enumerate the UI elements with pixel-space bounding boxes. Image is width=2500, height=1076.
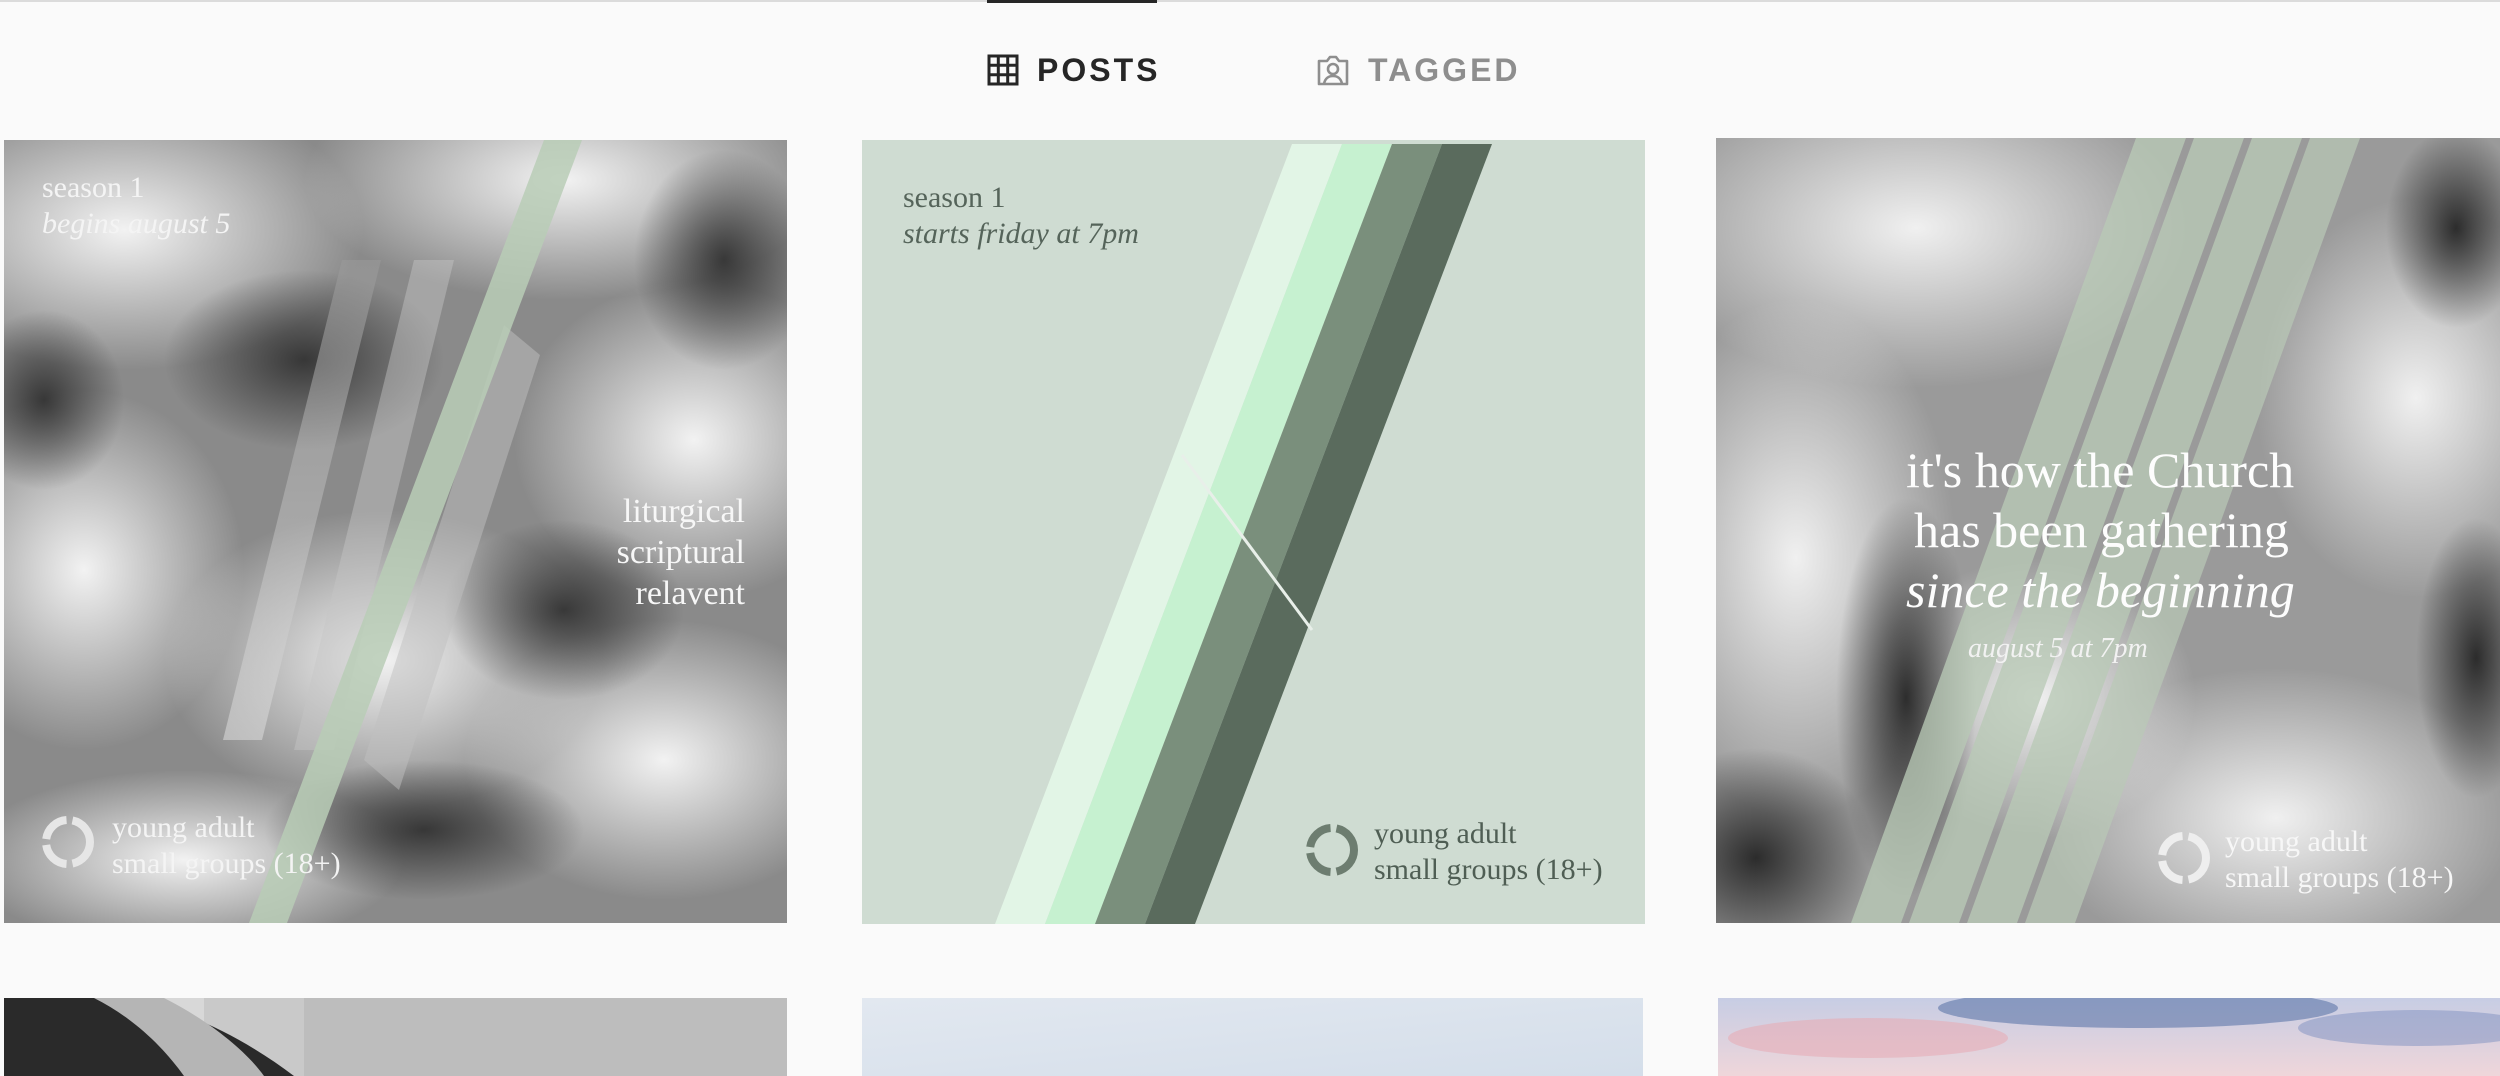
ring-logo-icon bbox=[2158, 832, 2210, 884]
tagline-line: scriptural bbox=[616, 533, 745, 571]
post-tile[interactable] bbox=[4, 998, 787, 1076]
post-tile[interactable]: season 1 begins august 5 liturgical scri… bbox=[4, 140, 787, 923]
brand-line: small groups (18+) bbox=[112, 847, 341, 880]
tab-divider bbox=[0, 0, 2500, 2]
post-tile[interactable]: season 1 starts friday at 7pm young adul… bbox=[862, 140, 1645, 924]
brand-line: young adult bbox=[2225, 825, 2368, 858]
tagline: liturgical scriptural relavent bbox=[617, 492, 745, 614]
brand-line: young adult bbox=[112, 811, 255, 844]
post-thumbnail bbox=[1718, 998, 2500, 1076]
stripes-graphic bbox=[862, 140, 1645, 924]
event-date: august 5 at 7pm bbox=[1968, 633, 2148, 664]
tab-tagged-label: TAGGED bbox=[1368, 51, 1521, 88]
tagline-line: liturgical bbox=[622, 493, 745, 530]
headline-line: since the beginning bbox=[1906, 562, 2295, 618]
brand-line: small groups (18+) bbox=[1374, 853, 1603, 886]
brand-text: young adult small groups (18+) bbox=[112, 810, 341, 882]
post-thumbnail bbox=[4, 998, 787, 1076]
tab-posts[interactable]: POSTS bbox=[987, 40, 1160, 100]
start-date: begins august 5 bbox=[42, 207, 231, 240]
brand-text: young adult small groups (18+) bbox=[1374, 816, 1603, 888]
active-tab-indicator bbox=[987, 0, 1157, 3]
ring-logo-icon bbox=[1306, 824, 1358, 876]
tagged-person-icon bbox=[1317, 55, 1349, 86]
grid-icon bbox=[987, 54, 1019, 86]
post-tile[interactable] bbox=[1718, 998, 2500, 1076]
start-date: starts friday at 7pm bbox=[903, 217, 1139, 250]
season-label: season 1 bbox=[903, 181, 1006, 214]
season-label: season 1 bbox=[42, 171, 145, 204]
headline-line: it's how the Church bbox=[1906, 442, 2295, 498]
profile-tabs: POSTS TAGGED bbox=[0, 40, 2500, 100]
tab-posts-label: POSTS bbox=[1037, 51, 1161, 88]
post-thumbnail bbox=[862, 998, 1643, 1076]
ring-logo-icon bbox=[42, 816, 94, 868]
brand-text: young adult small groups (18+) bbox=[2225, 824, 2454, 896]
tagline-line: relavent bbox=[635, 574, 746, 612]
tab-tagged[interactable]: TAGGED bbox=[1316, 40, 1521, 100]
brand-line: young adult bbox=[1374, 817, 1517, 850]
headline-line: has been gathering bbox=[1914, 502, 2289, 558]
post-tile[interactable]: it's how the Church has been gathering s… bbox=[1716, 138, 2500, 923]
post-tile[interactable] bbox=[862, 998, 1643, 1076]
brand-line: small groups (18+) bbox=[2225, 861, 2454, 894]
